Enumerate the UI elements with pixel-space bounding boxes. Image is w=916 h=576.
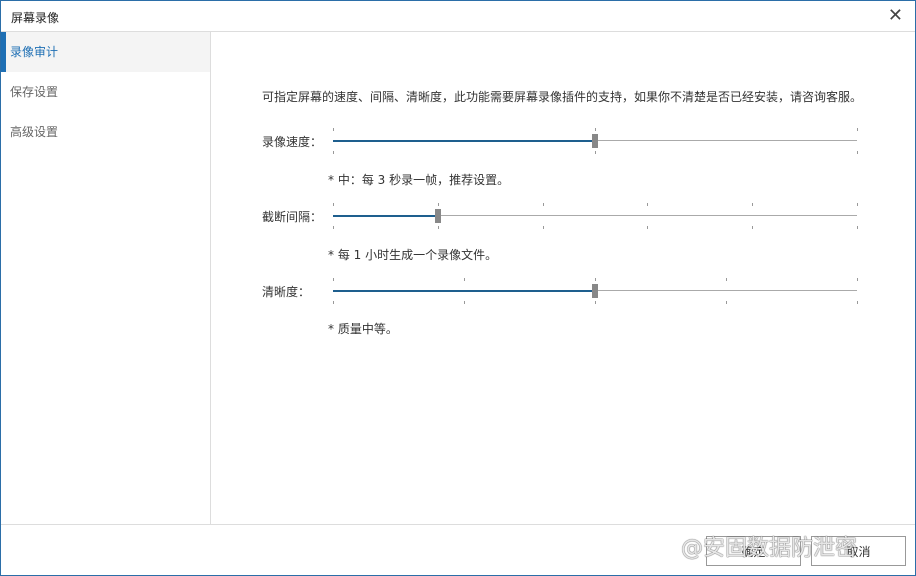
slider-tick [333, 203, 334, 206]
slider-tick [464, 278, 465, 281]
slider-tick [857, 301, 858, 304]
main-panel: 可指定屏幕的速度、间隔、清晰度，此功能需要屏幕录像插件的支持，如果你不清楚是否已… [212, 32, 915, 524]
interval-row: 截断间隔： [262, 201, 862, 231]
sidebar-item-save-settings[interactable]: 保存设置 [1, 72, 210, 112]
speed-row: 录像速度： [262, 126, 862, 156]
interval-hint: * 每 1 小时生成一个录像文件。 [328, 248, 498, 262]
description: 可指定屏幕的速度、间隔、清晰度，此功能需要屏幕录像插件的支持，如果你不清楚是否已… [262, 90, 863, 104]
slider-tick [857, 203, 858, 206]
slider-tick [857, 278, 858, 281]
slider-tick [752, 203, 754, 206]
speed-slider[interactable] [333, 126, 858, 156]
slider-tick [464, 301, 465, 304]
sidebar-item-advanced-settings[interactable]: 高级设置 [1, 112, 210, 152]
slider-tick [333, 301, 334, 304]
slider-fill [333, 140, 595, 142]
title-bar: 屏幕录像 ✕ [1, 1, 915, 32]
sidebar: 录像审计 保存设置 高级设置 [1, 32, 211, 524]
slider-tick [333, 278, 334, 281]
speed-hint: * 中：每 3 秒录一帧，推荐设置。 [328, 173, 510, 187]
slider-tick [647, 226, 649, 229]
clarity-row: 清晰度： [262, 276, 862, 306]
speed-label: 录像速度： [262, 135, 323, 149]
slider-tick [542, 203, 544, 206]
slider-tick [857, 226, 858, 229]
ok-button[interactable]: 确定 [706, 536, 801, 566]
slider-tick [857, 128, 858, 131]
slider-tick [437, 226, 439, 229]
close-icon[interactable]: ✕ [888, 5, 903, 26]
slider-tick [726, 301, 727, 304]
interval-slider[interactable] [333, 201, 858, 231]
slider-tick [333, 128, 334, 131]
slider-tick [437, 203, 439, 206]
slider-thumb[interactable] [592, 284, 598, 298]
sidebar-item-recording-audit[interactable]: 录像审计 [1, 32, 210, 72]
slider-tick [857, 151, 858, 154]
slider-tick [647, 203, 649, 206]
slider-thumb[interactable] [434, 209, 441, 223]
slider-tick [542, 226, 544, 229]
slider-tick [333, 151, 334, 154]
dialog-title: 屏幕录像 [11, 11, 60, 25]
slider-fill [333, 215, 438, 217]
clarity-hint: * 质量中等。 [328, 322, 398, 336]
slider-tick [595, 128, 596, 131]
footer: 确定 取消 [1, 524, 915, 575]
slider-fill [333, 290, 595, 292]
slider-tick [752, 226, 754, 229]
cancel-button[interactable]: 取消 [811, 536, 906, 566]
slider-tick [595, 278, 596, 281]
slider-tick [333, 226, 334, 229]
clarity-label: 清晰度： [262, 285, 311, 299]
screen-recording-dialog: 屏幕录像 ✕ 录像审计 保存设置 高级设置 可指定屏幕的速度、间隔、清晰度，此功… [0, 0, 916, 576]
slider-tick [595, 301, 596, 304]
clarity-slider[interactable] [333, 276, 858, 306]
slider-tick [726, 278, 727, 281]
slider-thumb[interactable] [592, 134, 598, 148]
slider-tick [595, 151, 596, 154]
interval-label: 截断间隔： [262, 210, 323, 224]
